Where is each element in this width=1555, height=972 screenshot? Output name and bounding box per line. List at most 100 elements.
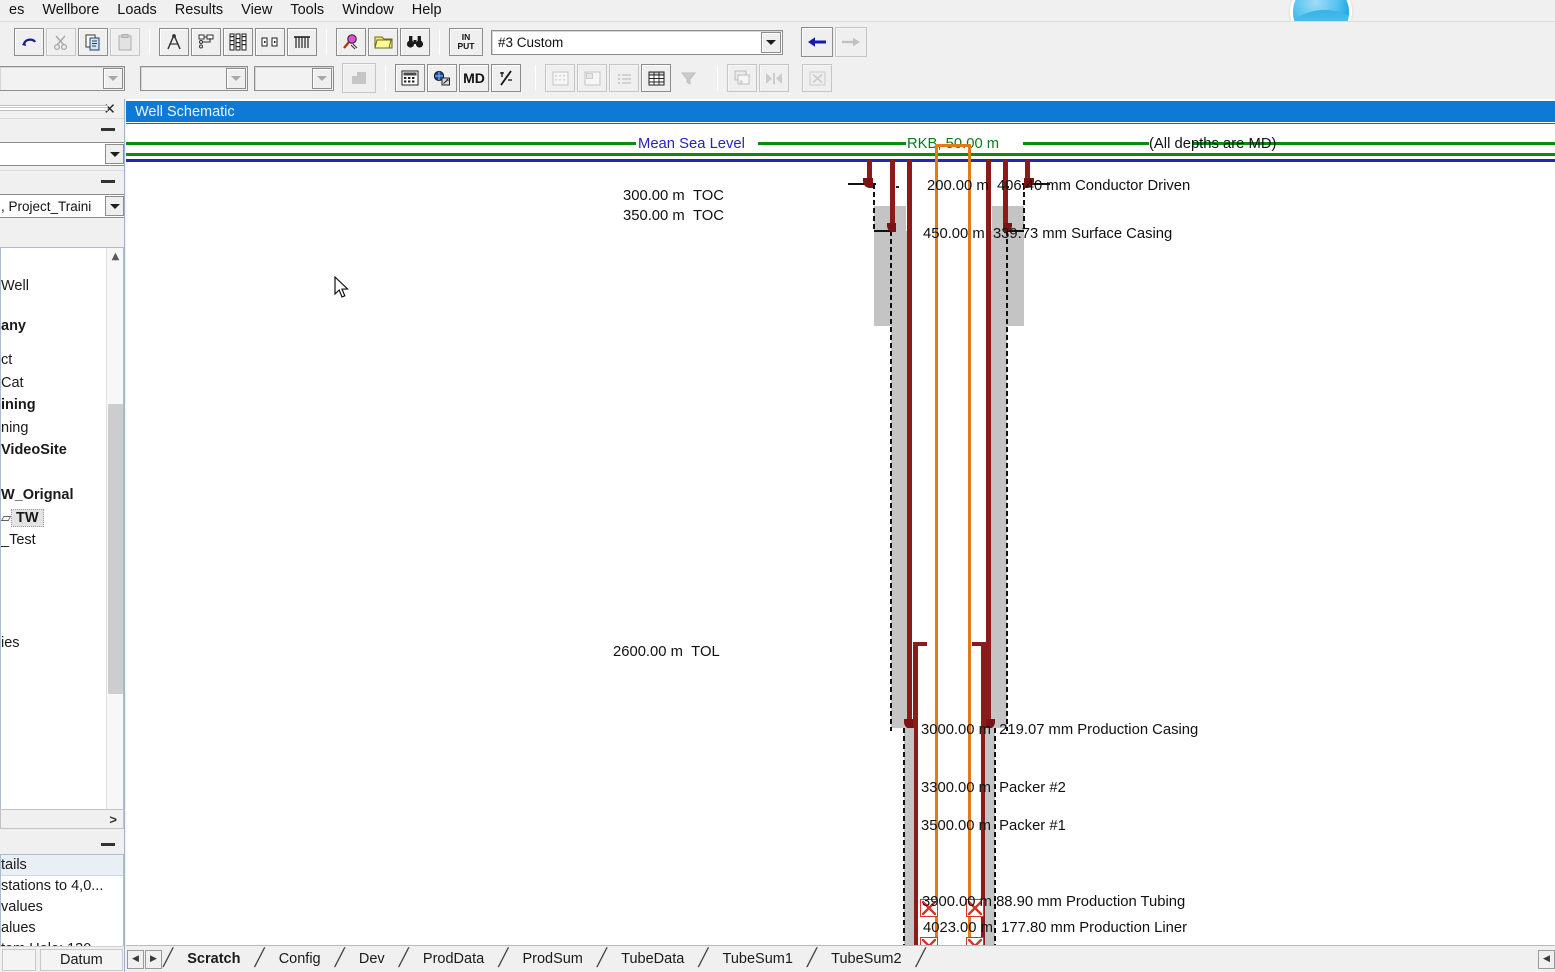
calculator-icon[interactable] — [395, 64, 425, 92]
tubing-joint-icon[interactable] — [255, 28, 285, 56]
project-combo[interactable]: , Project_Traini — [0, 194, 124, 218]
production-casing-left[interactable] — [907, 160, 912, 728]
magnifier-analysis-icon[interactable] — [336, 28, 366, 56]
chevron-down-icon[interactable] — [103, 67, 123, 89]
tree-vertical-scrollbar[interactable]: ▲ ▼ — [106, 248, 123, 824]
depth-ref-combo[interactable] — [140, 65, 248, 91]
collapse-center-icon[interactable] — [759, 64, 789, 92]
tab-dev[interactable]: Dev — [346, 947, 398, 971]
chevron-down-icon[interactable] — [761, 31, 781, 53]
dividers-compass-icon[interactable] — [159, 28, 189, 56]
unit-system-combo[interactable] — [0, 65, 125, 91]
right-label-production-casing[interactable]: 3000.00 m 219.07 mm Production Casing — [921, 722, 1198, 738]
tab-config[interactable]: Config — [266, 947, 334, 971]
tab-tubesum1[interactable]: TubeSum1 — [710, 947, 806, 971]
menu-item-view[interactable]: View — [232, 1, 281, 20]
right-label-packer-1[interactable]: 3500.00 m Packer #1 — [921, 818, 1066, 834]
tree-item[interactable]: ies — [1, 632, 123, 655]
chevron-down-icon[interactable] — [105, 144, 124, 164]
menu-item-loads[interactable]: Loads — [108, 1, 166, 20]
conductor-wall-left — [873, 184, 875, 232]
open-folder-icon[interactable] — [368, 28, 398, 56]
tree-item[interactable]: Well — [1, 268, 123, 304]
forward-arrow-icon[interactable] — [835, 27, 867, 57]
right-label-surface-casing[interactable]: 450.00 m 339.73 mm Surface Casing — [923, 226, 1172, 242]
fraction-slash-icon[interactable] — [491, 64, 521, 92]
tab-tubesum2[interactable]: TubeSum2 — [818, 947, 914, 971]
company-combo[interactable] — [0, 142, 124, 166]
binoculars-find-icon[interactable] — [400, 28, 430, 56]
export-x-icon[interactable] — [802, 64, 832, 92]
minimize-icon[interactable] — [101, 842, 115, 846]
window-pane-icon[interactable] — [577, 64, 607, 92]
nav-right-icon[interactable]: ◀ — [1538, 949, 1555, 969]
custom-template-combo[interactable]: #3 Custom — [491, 29, 783, 55]
chevron-down-icon[interactable] — [105, 196, 124, 216]
units-convert-icon[interactable] — [427, 64, 457, 92]
menu-item-tools[interactable]: Tools — [281, 1, 333, 20]
left-label-tol-2600: 2600.00 m TOL — [613, 644, 720, 660]
copy-pages-icon[interactable] — [78, 28, 108, 56]
scroll-right-icon[interactable]: > — [109, 812, 117, 827]
tab-tubedata[interactable]: TubeData — [608, 947, 697, 971]
minimize-icon[interactable] — [101, 128, 115, 131]
scissors-icon[interactable] — [46, 28, 76, 56]
chevron-down-icon[interactable] — [312, 67, 332, 89]
tree-item-selected[interactable]: ▱ TW — [1, 507, 123, 530]
tree-item[interactable]: _Test — [1, 529, 123, 552]
clipboard-paste-icon[interactable] — [110, 28, 140, 56]
case-combo[interactable] — [254, 65, 334, 91]
tree-item[interactable]: W_Orignal — [1, 484, 123, 507]
grid-dotted-icon[interactable] — [545, 64, 575, 92]
input-button-icon[interactable]: IN PUT — [449, 28, 483, 56]
menu-item-wellbore[interactable]: Wellbore — [33, 1, 108, 20]
right-label-packer-2[interactable]: 3300.00 m Packer #2 — [921, 780, 1066, 796]
tab-separator: ╱ — [254, 948, 265, 967]
mouse-pointer-icon — [334, 276, 349, 298]
back-arrow-icon[interactable] — [801, 27, 833, 57]
bulleted-list-icon[interactable] — [609, 64, 639, 92]
tab-separator: ╱ — [398, 948, 409, 967]
scroll-up-icon[interactable]: ▲ — [107, 248, 123, 265]
minimize-icon[interactable] — [101, 180, 115, 183]
drag-grip[interactable] — [0, 105, 108, 111]
tab-scratch[interactable]: Scratch — [174, 947, 253, 971]
tree-horizontal-scrollbar[interactable]: > — [0, 809, 124, 829]
menu-item-results[interactable]: Results — [166, 1, 232, 20]
status-cell-datum[interactable]: Datum — [39, 948, 123, 971]
right-label-production-liner[interactable]: 4023.00 m 177.80 mm Production Liner — [923, 920, 1187, 936]
menu-item-files[interactable]: es — [0, 1, 33, 20]
casing-strings-icon[interactable] — [223, 28, 253, 56]
tab-proddata[interactable]: ProdData — [410, 947, 497, 971]
nav-next-icon[interactable]: ▶ — [145, 949, 162, 969]
tree-item[interactable]: VideoSite — [1, 439, 123, 462]
tree-item[interactable]: Cat — [1, 372, 123, 395]
menu-item-help[interactable]: Help — [403, 1, 451, 20]
tab-label: TubeSum1 — [722, 951, 793, 967]
funnel-filter-icon[interactable] — [673, 64, 703, 92]
surface-casing-right[interactable] — [1003, 160, 1008, 232]
production-casing-right[interactable] — [986, 160, 991, 728]
scrollbar-thumb[interactable] — [108, 404, 123, 694]
worksheet-tabstrip: ◀ ▶ ╱ Scratch ╱ Config ╱ Dev ╱ ProdData … — [126, 945, 1555, 972]
tree-item[interactable]: ining — [1, 394, 123, 417]
tree-item[interactable]: ning — [1, 417, 123, 440]
wellhead-icon[interactable] — [287, 28, 317, 56]
right-label-conductor[interactable]: 200.00 m 406.40 mm Conductor Driven — [927, 178, 1190, 194]
menu-item-window[interactable]: Window — [333, 1, 403, 20]
nav-prev-icon[interactable]: ◀ — [127, 949, 144, 969]
tree-item[interactable]: any — [1, 304, 123, 349]
copy-window-icon[interactable] — [727, 64, 757, 92]
surface-casing-left[interactable] — [890, 160, 895, 232]
survey-tool-icon[interactable] — [191, 28, 221, 56]
chevron-down-icon[interactable] — [226, 67, 246, 89]
tree-item[interactable]: ct — [1, 349, 123, 372]
table-grid-icon[interactable] — [641, 64, 671, 92]
well-schematic-canvas[interactable]: Mean Sea Level RKB, 50.00 m (All depths … — [126, 123, 1555, 945]
gradient-shape-icon[interactable] — [342, 63, 376, 93]
right-label-production-tubing[interactable]: 3900.00 m 88.90 mm Production Tubing — [922, 894, 1185, 910]
project-tree[interactable]: Well any ct Cat ining ning VideoSite W_O… — [0, 247, 124, 825]
undo-arrow-icon[interactable] — [14, 28, 44, 56]
tab-prodsum[interactable]: ProdSum — [509, 947, 595, 971]
md-depth-mode-button[interactable]: MD — [459, 64, 489, 92]
